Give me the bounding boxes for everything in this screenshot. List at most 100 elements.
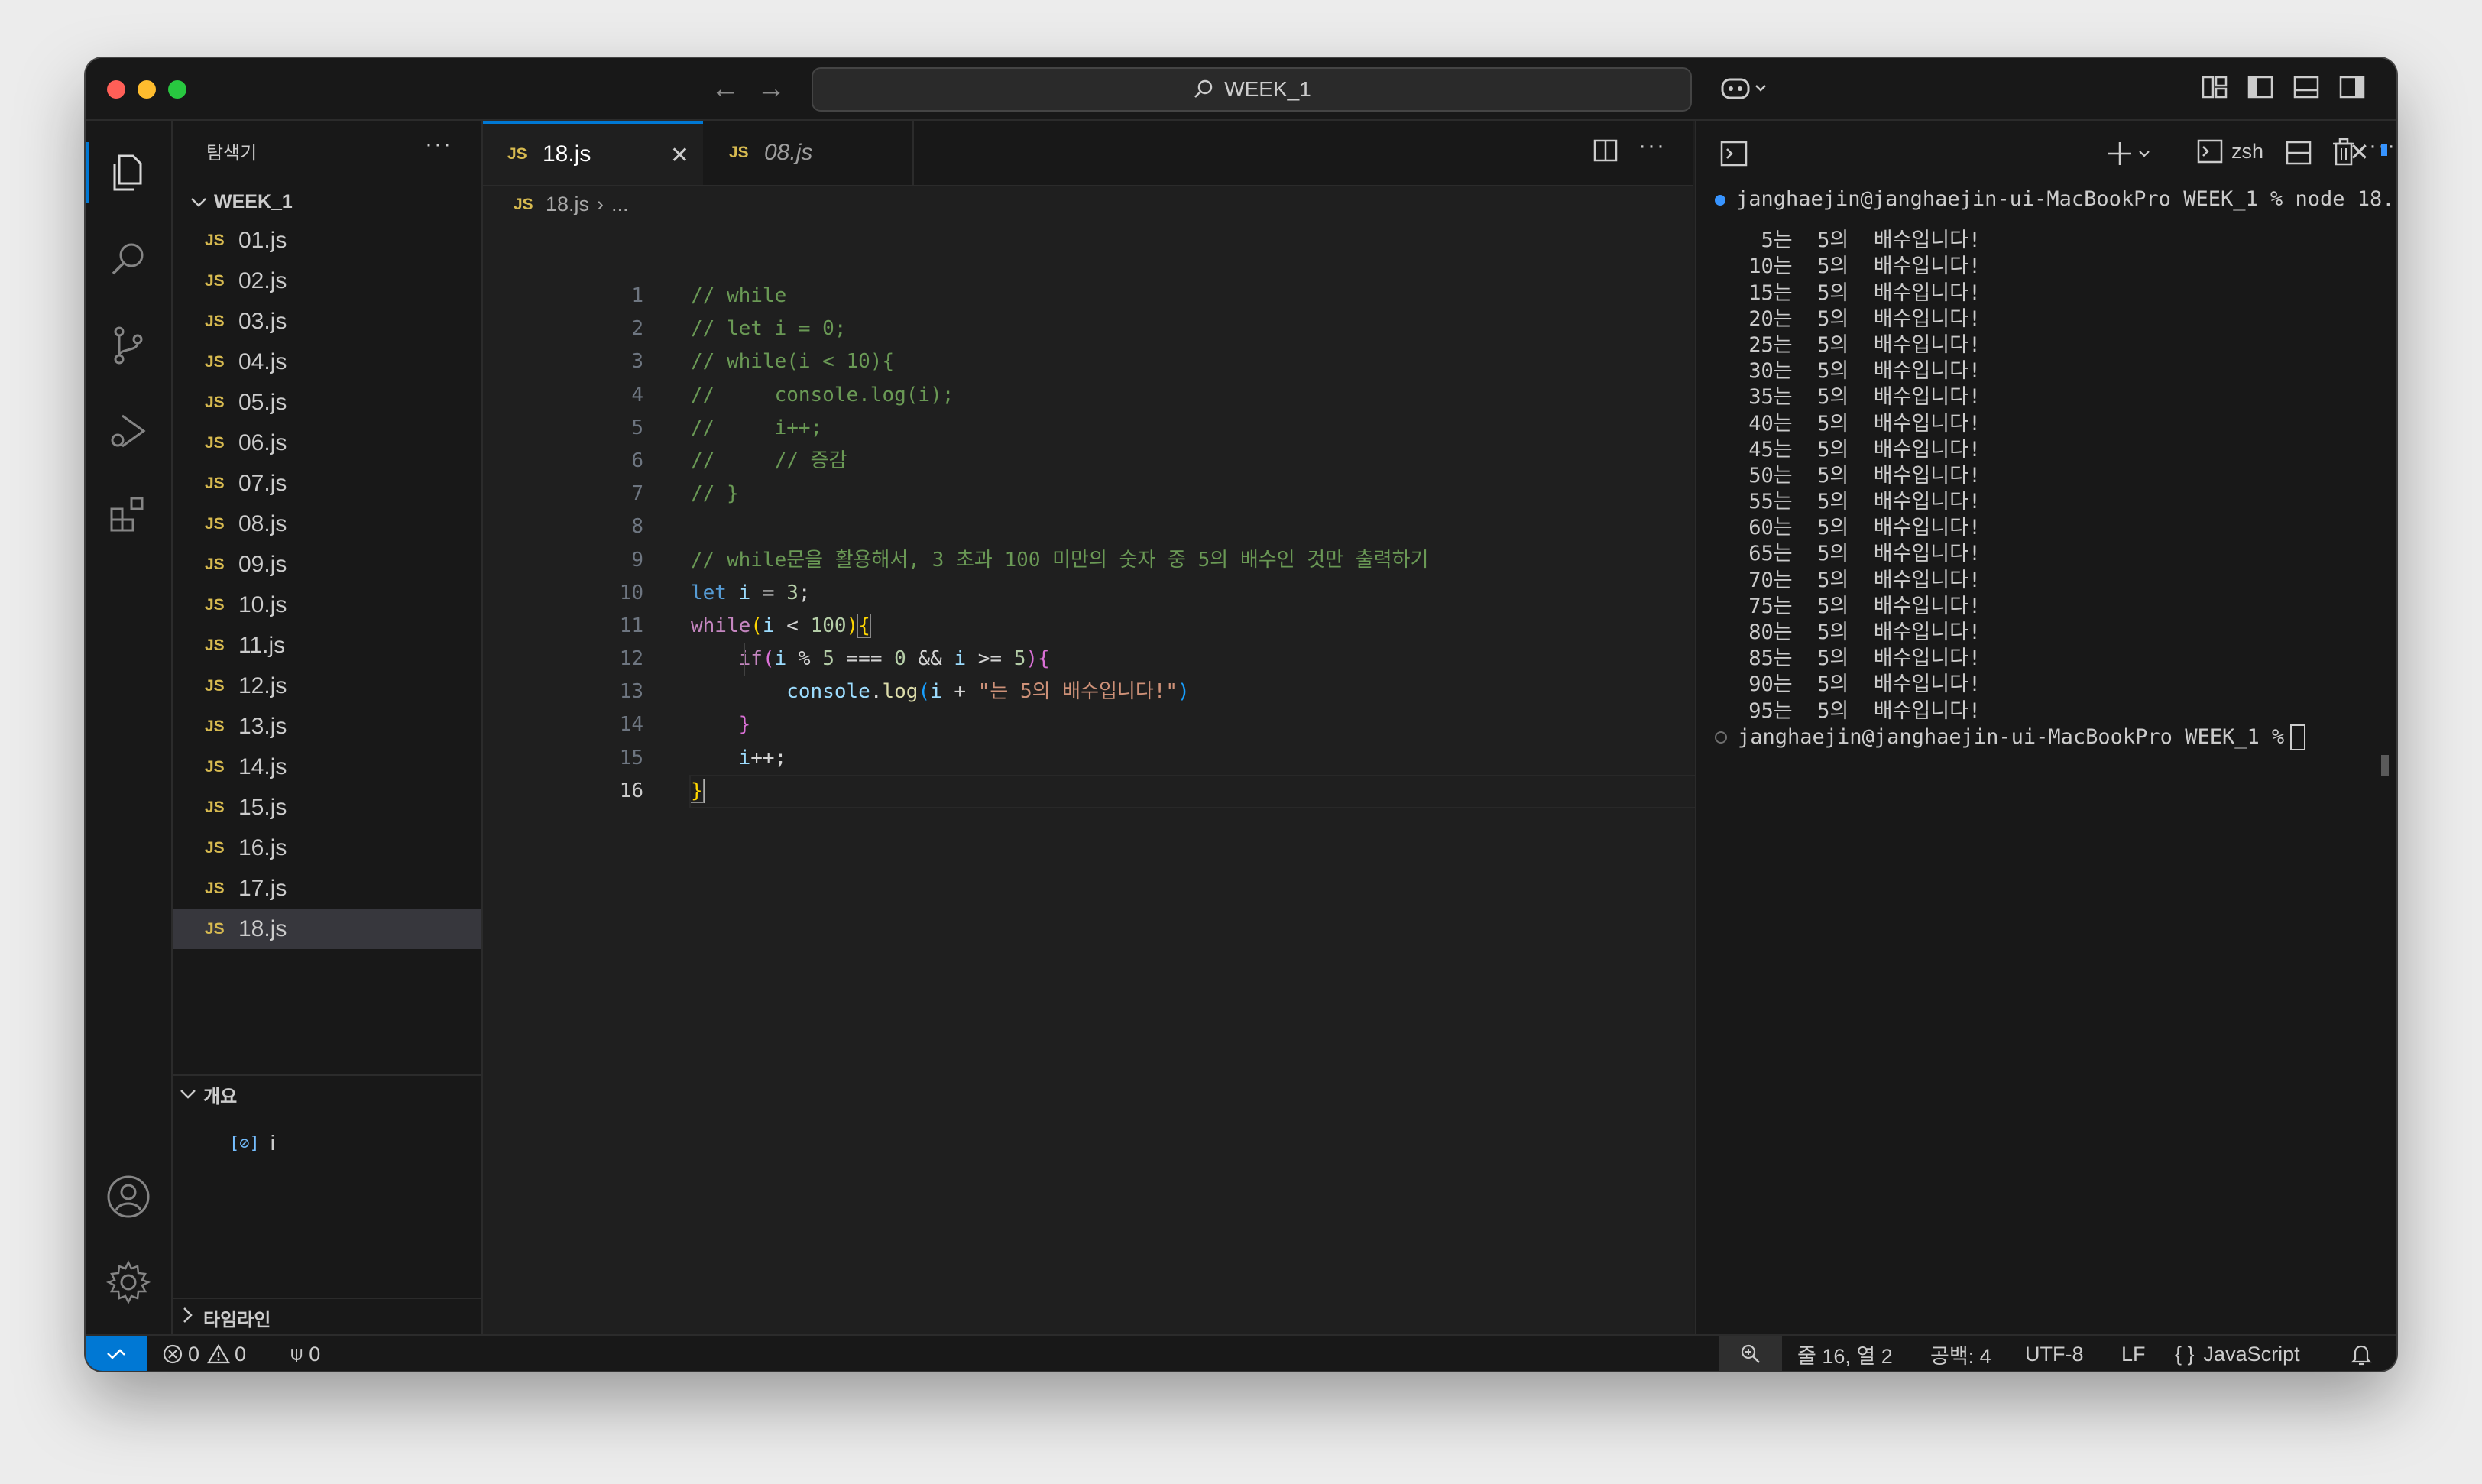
warning-count: 0 (235, 1342, 247, 1366)
terminal-command-line: janghaejin@janghaejin-ui-MacBookPro WEEK… (1715, 186, 2396, 212)
code-area[interactable]: 1 // while 2 // let i = 0; 3 // while(i < 1… (483, 280, 1428, 808)
terminal-output-line: 50는 5의 배수입니다! (1736, 463, 1981, 488)
file-item[interactable]: JS 02.js (173, 261, 481, 301)
breadcrumb-file[interactable]: 18.js (546, 193, 589, 216)
language-mode[interactable]: { } JavaScript (2175, 1336, 2300, 1371)
split-terminal-icon[interactable] (2285, 139, 2312, 167)
breadcrumb-rest[interactable]: ... (611, 193, 629, 216)
file-item[interactable]: JS 10.js (173, 585, 481, 625)
file-item[interactable]: JS 14.js (173, 747, 481, 787)
terminal-output-line: 35는 5의 배수입니다! (1736, 385, 1981, 410)
customize-layout-icon[interactable] (2201, 73, 2228, 101)
forward-arrow-icon[interactable]: → (757, 70, 786, 107)
timeline-section-header[interactable]: 타임라인 (173, 1298, 481, 1336)
status-bar: 0 0 ⍦ 0 줄 16, 열 2 공백: 4 UTF-8 LF { } Jav… (86, 1334, 2396, 1371)
split-editor-icon[interactable] (1593, 138, 1618, 164)
terminal-output-line: 45는 5의 배수입니다! (1736, 437, 1981, 462)
back-arrow-icon[interactable]: ← (711, 70, 740, 107)
run-debug-icon[interactable] (104, 407, 153, 455)
sidebar-more-actions[interactable]: ··· (425, 131, 452, 157)
file-item[interactable]: JS 04.js (173, 342, 481, 382)
explorer-icon[interactable] (104, 148, 153, 197)
file-item[interactable]: JS 16.js (173, 828, 481, 868)
extensions-icon[interactable] (104, 491, 153, 539)
outline-item[interactable]: [⊘] i (229, 1131, 275, 1155)
code-text: console.log(i + "는 5의 배수입니다!") (786, 680, 1190, 704)
tab-08-js[interactable]: JS 08.js (705, 121, 914, 185)
problems-indicator[interactable]: 0 0 (162, 1336, 246, 1371)
terminal-output-line: 90는 5의 배수입니다! (1736, 672, 1981, 697)
file-item[interactable]: JS 08.js (173, 504, 481, 544)
file-item[interactable]: JS 07.js (173, 463, 481, 504)
breadcrumb: JS 18.js › ... (514, 193, 629, 216)
accounts-icon[interactable] (104, 1172, 153, 1221)
file-item[interactable]: JS 05.js (173, 382, 481, 423)
code-line: 13 console.log(i + "는 5의 배수입니다!") (483, 676, 1190, 708)
editor-more-actions[interactable]: ··· (1638, 133, 1666, 159)
file-name: 09.js (238, 551, 287, 577)
file-item[interactable]: JS 06.js (173, 423, 481, 463)
notifications-bell-icon[interactable] (2351, 1336, 2372, 1371)
terminal-output-line: 55는 5의 배수입니다! (1736, 490, 1981, 514)
ports-count: 0 (309, 1342, 321, 1366)
file-item[interactable]: JS 15.js (173, 787, 481, 828)
toggle-secondary-sidebar-icon[interactable] (2338, 73, 2366, 101)
js-file-icon: JS (205, 636, 225, 654)
code-text: // } (691, 482, 739, 506)
workspace-folder[interactable]: WEEK_1 (183, 186, 293, 217)
file-item[interactable]: JS 11.js (173, 625, 481, 666)
file-item-active[interactable]: JS 18.js (173, 909, 481, 949)
editor-pane[interactable]: 1 // while 2 // let i = 0; 3 // while(i < 1… (483, 186, 1999, 1334)
warning-icon (207, 1343, 230, 1364)
code-line: 11 while(i < 100){ (483, 610, 871, 643)
encoding[interactable]: UTF-8 (2025, 1336, 2084, 1371)
line-number: 3 (631, 350, 643, 374)
remote-indicator[interactable] (86, 1336, 147, 1371)
close-tab-icon[interactable]: ✕ (670, 142, 689, 169)
title-bar: ← → WEEK_1 (86, 58, 2396, 121)
file-item[interactable]: JS 13.js (173, 706, 481, 747)
source-control-icon[interactable] (104, 321, 153, 370)
zoom-indicator[interactable] (1719, 1336, 1782, 1371)
tab-18-js[interactable]: JS 18.js ✕ (483, 121, 703, 185)
zoom-window-button[interactable] (168, 80, 186, 99)
file-item[interactable]: JS 03.js (173, 301, 481, 342)
close-window-button[interactable] (107, 80, 125, 99)
sidebar-title: 탐색기 (206, 143, 258, 164)
terminal-output-line: 20는 5의 배수입니다! (1736, 306, 1981, 331)
toggle-panel-icon[interactable] (2292, 73, 2320, 101)
terminal-output-line: 5는 5의 배수입니다! (1736, 228, 1981, 253)
indentation[interactable]: 공백: 4 (1930, 1336, 1991, 1371)
close-panel-icon[interactable]: ✕ (2349, 138, 2370, 167)
terminal-icon[interactable] (1719, 139, 1748, 168)
js-file-icon: JS (205, 433, 225, 452)
file-item[interactable]: JS 17.js (173, 868, 481, 909)
end-of-line[interactable]: LF (2121, 1336, 2146, 1371)
terminal-scrollbar[interactable] (2381, 755, 2389, 776)
new-terminal-plus-icon[interactable] (2108, 139, 2153, 168)
file-item[interactable]: JS 12.js (173, 666, 481, 706)
command-center-search[interactable]: WEEK_1 (812, 67, 1692, 112)
copilot-icon[interactable] (1719, 73, 1773, 104)
code-line: 7 // } (483, 478, 738, 510)
code-text: // while문을 활용해서, 3 초과 100 미만의 숫자 중 5의 배수… (691, 548, 1429, 572)
outline-section-header[interactable]: 개요 (173, 1074, 481, 1113)
file-item[interactable]: JS 09.js (173, 544, 481, 585)
line-number: 4 (631, 383, 643, 407)
terminal-output[interactable]: janghaejin@janghaejin-ui-MacBookPro WEEK… (1715, 186, 2396, 751)
search-icon[interactable] (104, 235, 153, 284)
cursor-position[interactable]: 줄 16, 열 2 (1797, 1336, 1893, 1371)
toggle-primary-sidebar-icon[interactable] (2247, 73, 2274, 101)
terminal-output-line: 80는 5의 배수입니다! (1736, 620, 1981, 644)
code-text: while(i < 100){ (691, 613, 871, 638)
terminal-shell-selector[interactable]: zsh (2196, 138, 2263, 165)
minimize-window-button[interactable] (138, 80, 156, 99)
settings-gear-icon[interactable] (104, 1258, 153, 1307)
terminal-prompt-line[interactable]: janghaejin@janghaejin-ui-MacBookPro WEEK… (1715, 724, 2396, 751)
chevron-down-icon (173, 1084, 203, 1105)
terminal-panel: zsh ··· janghaejin@janghaejin-ui-MacBook… (1695, 121, 2396, 1334)
file-item[interactable]: JS 01.js (173, 220, 481, 261)
ports-indicator[interactable]: ⍦ 0 (290, 1336, 320, 1371)
terminal-output-line: 75는 5의 배수입니다! (1736, 594, 1981, 618)
line-number: 10 (619, 581, 643, 604)
